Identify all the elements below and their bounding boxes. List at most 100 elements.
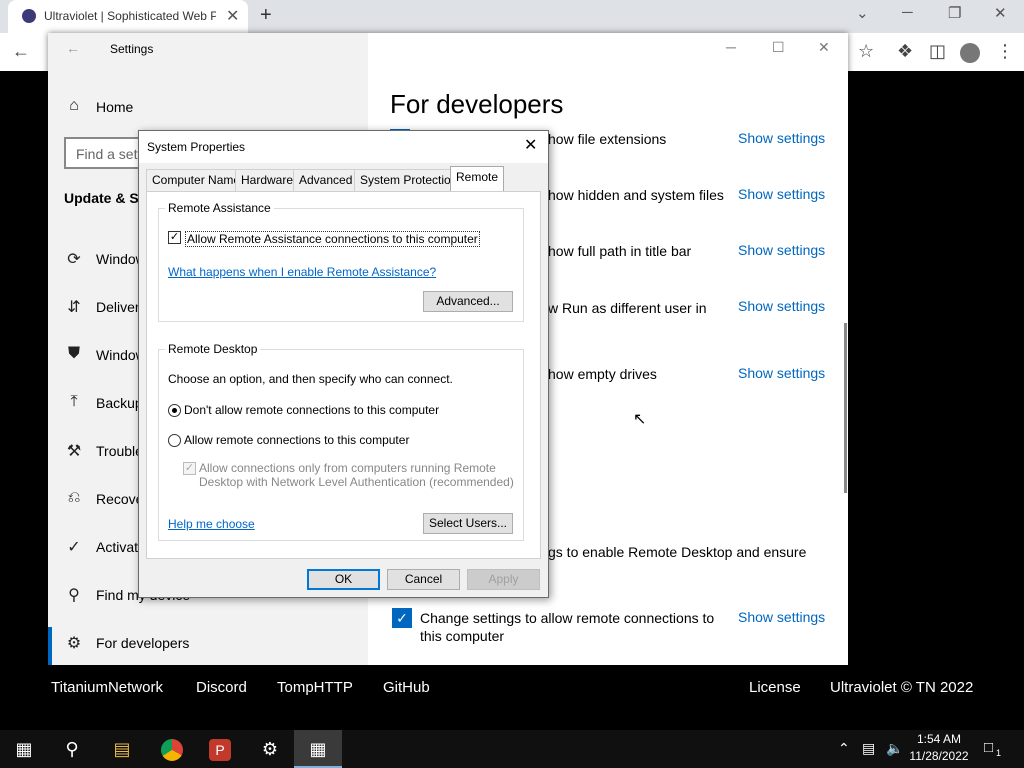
browser-menu-icon[interactable]: ⋮ [996, 41, 1014, 62]
group-title: Remote Assistance [165, 201, 274, 215]
proxy-app-icon[interactable]: P [196, 730, 244, 768]
settings-scrollbar[interactable] [844, 323, 847, 493]
show-settings-link[interactable]: Show settings [738, 186, 825, 202]
back-arrow-icon[interactable]: ← [12, 41, 30, 62]
allow-label[interactable]: Allow remote connections to this compute… [184, 433, 409, 447]
show-settings-link[interactable]: Show settings [738, 609, 825, 625]
home-icon: ⌂ [69, 97, 79, 114]
network-icon[interactable]: ▤ [862, 740, 875, 757]
tab-close-icon[interactable]: ✕ [226, 6, 239, 26]
active-indicator [48, 627, 52, 665]
show-settings-link[interactable]: Show settings [738, 298, 825, 314]
dialog-title: System Properties [147, 140, 246, 154]
tab-remote[interactable]: Remote [450, 166, 505, 192]
nla-label-line1: Allow connections only from computers ru… [199, 461, 496, 475]
footer-copyright: Ultraviolet © TN 2022 [830, 679, 974, 696]
select-users-button[interactable]: Select Users... [423, 513, 513, 534]
setting-full-path: how full path in title bar [548, 243, 692, 259]
notification-count: 1 [996, 748, 1002, 758]
remote-assistance-group: Remote Assistance ✓ Allow Remote Assista… [158, 201, 524, 322]
advanced-button[interactable]: Advanced... [423, 291, 513, 312]
tab-search-dropdown-icon[interactable]: ⌄ [856, 4, 869, 22]
mouse-cursor-icon: ↖ [633, 411, 647, 428]
remote-assistance-help-link[interactable]: What happens when I enable Remote Assist… [168, 265, 436, 279]
group-title: Remote Desktop [165, 342, 261, 356]
notification-center-icon[interactable]: □ [984, 739, 993, 756]
search-icon[interactable]: ⚲ [48, 730, 96, 768]
show-settings-link[interactable]: Show settings [738, 130, 825, 146]
browser-tab[interactable]: Ultraviolet | Sophisticated Web P ✕ [8, 0, 248, 33]
setting-file-extensions: how file extensions [548, 131, 667, 147]
nla-checkbox[interactable]: ✓ [183, 462, 196, 475]
remote-desktop-group: Remote Desktop Choose an option, and the… [158, 342, 524, 541]
cancel-button[interactable]: Cancel [387, 569, 460, 590]
radio-selected-dot [172, 408, 177, 413]
allow-radio[interactable] [168, 434, 181, 447]
dont-allow-radio[interactable] [168, 404, 181, 417]
tray-chevron-up-icon[interactable]: ⌃ [838, 740, 850, 757]
developer-tools-icon: ⚙ [66, 635, 82, 652]
sidebar-item-for-developers[interactable]: ⚙ For developers [64, 633, 364, 657]
tab-hardware[interactable]: Hardware [235, 169, 300, 191]
ok-button[interactable]: OK [307, 569, 380, 590]
ultraviolet-favicon-icon [22, 9, 36, 23]
tab-system-protection[interactable]: System Protection [354, 169, 464, 191]
footer-link-github[interactable]: GitHub [383, 679, 430, 696]
browser-restore-button[interactable]: ❐ [948, 4, 961, 22]
settings-maximize-button[interactable]: ☐ [772, 39, 785, 56]
apply-button[interactable]: Apply [467, 569, 540, 590]
refresh-icon: ⟳ [67, 251, 81, 268]
file-explorer-icon[interactable]: ▤ [98, 730, 146, 768]
clock-time[interactable]: 1:54 AM [908, 732, 970, 746]
setting-empty-drives: how empty drives [548, 366, 657, 382]
settings-minimize-button[interactable]: ─ [726, 39, 736, 55]
tab-advanced[interactable]: Advanced [293, 169, 359, 191]
remote-assistance-label[interactable]: Allow Remote Assistance connections to t… [185, 231, 480, 247]
volume-muted-icon[interactable]: 🔈 [886, 740, 903, 757]
delivery-icon: ⇵ [67, 299, 81, 316]
show-settings-link[interactable]: Show settings [738, 365, 825, 381]
footer-link-titaniumnetwork[interactable]: TitaniumNetwork [51, 679, 163, 696]
help-me-choose-link[interactable]: Help me choose [168, 517, 255, 531]
start-windows-icon[interactable]: ▦ [0, 730, 48, 768]
new-tab-button[interactable]: + [260, 4, 272, 27]
wrench-icon: ⚒ [66, 443, 82, 460]
recovery-icon: ⎌ [67, 489, 81, 506]
sidebar-item-label: For developers [96, 635, 190, 651]
footer-link-license[interactable]: License [749, 679, 801, 696]
backup-icon: ⤒ [70, 393, 78, 410]
remote-assistance-checkbox[interactable]: ✓ [168, 231, 181, 244]
clock-date[interactable]: 11/28/2022 [908, 749, 970, 763]
dialog-close-icon[interactable]: ✕ [524, 135, 537, 155]
sidebar-item-label: Backup [96, 395, 143, 411]
settings-close-button[interactable]: ✕ [818, 39, 830, 56]
profile-avatar-icon[interactable] [960, 43, 980, 63]
settings-gear-icon[interactable]: ⚙ [246, 730, 294, 768]
settings-back-arrow-icon[interactable]: ← [66, 40, 80, 56]
browser-minimize-button[interactable]: ─ [902, 4, 913, 21]
system-properties-taskbar-icon[interactable]: ▦ [294, 730, 342, 768]
chrome-icon[interactable] [148, 730, 196, 768]
dont-allow-label[interactable]: Don't allow remote connections to this c… [184, 403, 439, 417]
page-title: For developers [390, 89, 564, 119]
extensions-puzzle-icon[interactable]: ❖ [897, 41, 913, 62]
sidebar-item-label: Home [96, 99, 134, 115]
remote-connections-checkbox[interactable]: ✓ [392, 608, 412, 628]
check-circle-icon: ✓ [67, 539, 81, 556]
tab-computer-name[interactable]: Computer Name [146, 169, 247, 191]
remote-desktop-intro: Choose an option, and then specify who c… [168, 372, 453, 386]
show-settings-link[interactable]: Show settings [738, 242, 825, 258]
settings-window-title: Settings [110, 42, 154, 56]
nla-label-line2: Desktop with Network Level Authenticatio… [199, 475, 514, 489]
footer-link-tomphttp[interactable]: TompHTTP [277, 679, 353, 696]
side-panel-icon[interactable]: ◫ [929, 41, 946, 62]
windows-taskbar: ▦ ⚲ ▤ P ⚙ ▦ ⌃ ▤ 🔈 1:54 AM 11/28/2022 □ 1 [0, 730, 1024, 768]
setting-hidden-files: how hidden and system files [548, 187, 724, 203]
browser-tabstrip: Ultraviolet | Sophisticated Web P ✕ + ⌄ … [0, 0, 1024, 33]
setting-remote-desktop: gs to enable Remote Desktop and ensure [548, 544, 807, 560]
sidebar-item-home[interactable]: ⌂ Home [64, 97, 364, 121]
footer-link-discord[interactable]: Discord [196, 679, 247, 696]
browser-close-button[interactable]: ✕ [994, 4, 1007, 22]
bookmark-star-icon[interactable]: ☆ [858, 41, 874, 62]
system-properties-dialog: System Properties ✕ Computer Name Hardwa… [138, 130, 549, 598]
